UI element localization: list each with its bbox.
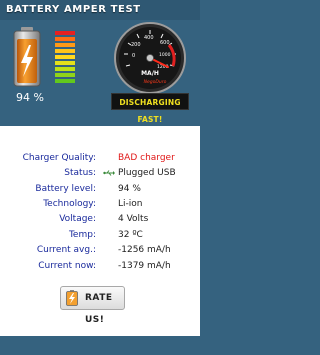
info-value: Plugged USB bbox=[118, 168, 176, 178]
battery-percent: 94 % bbox=[16, 91, 44, 104]
gauge-tick-600: 600 bbox=[160, 40, 170, 46]
info-label: Status: bbox=[64, 168, 96, 178]
info-label: Current now: bbox=[38, 261, 96, 271]
bottom-strip bbox=[0, 336, 200, 355]
app-title: BATTERY AMPER TEST bbox=[0, 0, 200, 20]
battery-graphic bbox=[9, 27, 79, 87]
info-label: Battery level: bbox=[35, 184, 96, 194]
info-value: -1379 mA/h bbox=[118, 261, 171, 271]
info-label: Temp: bbox=[68, 230, 96, 240]
rate-us-label: RATE US! bbox=[85, 293, 113, 325]
info-label: Voltage: bbox=[59, 214, 96, 224]
info-label: Charger Quality: bbox=[22, 153, 96, 163]
info-value: 4 Volts bbox=[118, 214, 149, 224]
info-value: 32 ºC bbox=[118, 230, 143, 240]
info-value: BAD charger bbox=[118, 153, 175, 163]
battery-small-icon bbox=[66, 290, 78, 306]
gauge-tick-400: 400 bbox=[144, 35, 154, 41]
info-row-current-now: Current now: -1379 mA/h bbox=[0, 259, 200, 273]
info-row-technology: Technology: Li-ion bbox=[0, 197, 200, 211]
info-row-temp: Temp: 32 ºC bbox=[0, 228, 200, 242]
battery-icon bbox=[13, 27, 75, 87]
info-label: Current avg.: bbox=[36, 245, 96, 255]
amp-gauge: 0 200 400 600 1000 1200 MA/H NegoDuro bbox=[111, 22, 189, 94]
info-label: Technology: bbox=[43, 199, 96, 209]
info-row-battery-level: Battery level: 94 % bbox=[0, 182, 200, 196]
gauge-tick-0: 0 bbox=[132, 53, 135, 59]
status-banner: DISCHARGING FAST! bbox=[111, 93, 189, 124]
gauge-tick-1000: 1000 bbox=[159, 52, 171, 58]
gauge-brand: NegoDuro bbox=[144, 79, 167, 85]
info-row-voltage: Voltage: 4 Volts bbox=[0, 212, 200, 226]
info-value: 94 % bbox=[118, 184, 141, 194]
usb-icon bbox=[103, 170, 115, 176]
info-value: -1256 mA/h bbox=[118, 245, 171, 255]
gauge-tick-200: 200 bbox=[131, 42, 141, 48]
info-row-charger-quality: Charger Quality: BAD charger bbox=[0, 151, 200, 165]
rate-us-button[interactable]: RATE US! bbox=[60, 286, 125, 325]
info-value: Li-ion bbox=[118, 199, 143, 209]
info-row-current-avg: Current avg.: -1256 mA/h bbox=[0, 243, 200, 257]
info-row-status: Status: Plugged USB bbox=[0, 166, 200, 180]
gauge-unit: MA/H bbox=[141, 70, 159, 77]
